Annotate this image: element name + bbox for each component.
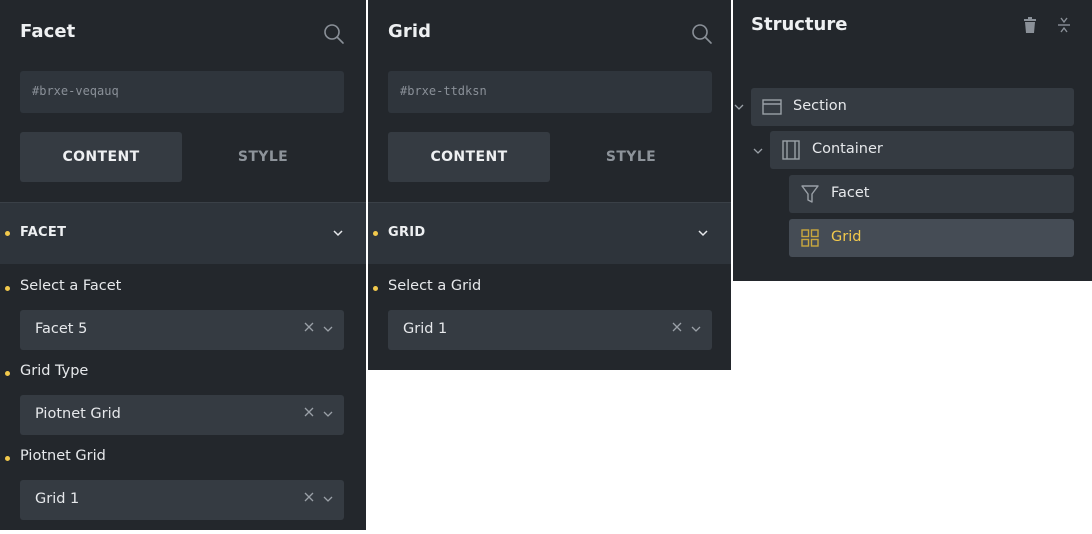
section-header-grid[interactable]: GRID: [368, 202, 731, 264]
select-value: Grid 1: [35, 491, 80, 507]
tree-item-label: Container: [812, 141, 883, 157]
select-grid-dropdown[interactable]: Grid 1: [388, 310, 712, 350]
clear-icon[interactable]: [304, 322, 314, 332]
clear-icon[interactable]: [304, 407, 314, 417]
section-icon: [762, 99, 782, 115]
tab-style[interactable]: STYLE: [550, 132, 712, 182]
chevron-down-icon[interactable]: [753, 148, 763, 155]
clear-icon[interactable]: [304, 492, 314, 502]
changed-indicator-dot: [5, 371, 10, 376]
structure-panel: Structure Section Container Facet Grid: [733, 0, 1092, 281]
filter-icon: [801, 185, 819, 203]
select-value: Facet 5: [35, 321, 88, 337]
grid-type-dropdown[interactable]: Piotnet Grid: [20, 395, 344, 435]
select-value: Grid 1: [403, 321, 448, 337]
tab-style[interactable]: STYLE: [182, 132, 344, 182]
panel-tabs: CONTENT STYLE: [388, 132, 712, 182]
chevron-down-icon[interactable]: [332, 229, 344, 237]
changed-indicator-dot: [373, 231, 378, 236]
grid-icon: [801, 229, 819, 247]
section-title: GRID: [388, 225, 426, 240]
piotnet-grid-dropdown[interactable]: Grid 1: [20, 480, 344, 520]
chevron-down-icon[interactable]: [697, 229, 709, 237]
select-facet-dropdown[interactable]: Facet 5: [20, 310, 344, 350]
tree-item-facet[interactable]: Facet: [789, 175, 1074, 213]
field-label-select-facet: Select a Facet: [20, 278, 122, 294]
tree-item-container[interactable]: Container: [770, 131, 1074, 169]
panel-title: Facet: [20, 21, 76, 42]
search-icon[interactable]: [691, 23, 713, 45]
facet-settings-panel: Facet #brxe-veqauq CONTENT STYLE FACET S…: [0, 0, 366, 530]
tab-content[interactable]: CONTENT: [20, 132, 182, 182]
trash-icon[interactable]: [1023, 17, 1037, 34]
field-label-select-grid: Select a Grid: [388, 278, 482, 294]
element-id-field[interactable]: #brxe-ttdksn: [388, 71, 712, 113]
clear-icon[interactable]: [672, 322, 682, 332]
changed-indicator-dot: [5, 286, 10, 291]
tree-item-section[interactable]: Section: [751, 88, 1074, 126]
chevron-down-icon[interactable]: [691, 326, 701, 333]
chevron-down-icon[interactable]: [323, 411, 333, 418]
search-icon[interactable]: [323, 23, 345, 45]
chevron-down-icon[interactable]: [734, 104, 744, 111]
collapse-all-icon[interactable]: [1057, 16, 1071, 34]
section-title: FACET: [20, 225, 67, 240]
tab-content[interactable]: CONTENT: [388, 132, 550, 182]
changed-indicator-dot: [373, 286, 378, 291]
field-label-grid-type: Grid Type: [20, 363, 89, 379]
panel-title: Structure: [751, 14, 848, 35]
chevron-down-icon[interactable]: [323, 496, 333, 503]
container-icon: [782, 140, 800, 160]
field-label-piotnet-grid: Piotnet Grid: [20, 448, 106, 464]
grid-settings-panel: Grid #brxe-ttdksn CONTENT STYLE GRID Sel…: [368, 0, 731, 370]
changed-indicator-dot: [5, 231, 10, 236]
select-value: Piotnet Grid: [35, 406, 121, 422]
tree-item-label: Grid: [831, 229, 862, 245]
section-header-facet[interactable]: FACET: [0, 202, 366, 264]
chevron-down-icon[interactable]: [323, 326, 333, 333]
panel-title: Grid: [388, 21, 432, 42]
element-id-field[interactable]: #brxe-veqauq: [20, 71, 344, 113]
tree-item-grid[interactable]: Grid: [789, 219, 1074, 257]
tree-item-label: Section: [793, 98, 847, 114]
tree-item-label: Facet: [831, 185, 870, 201]
panel-tabs: CONTENT STYLE: [20, 132, 344, 182]
changed-indicator-dot: [5, 456, 10, 461]
